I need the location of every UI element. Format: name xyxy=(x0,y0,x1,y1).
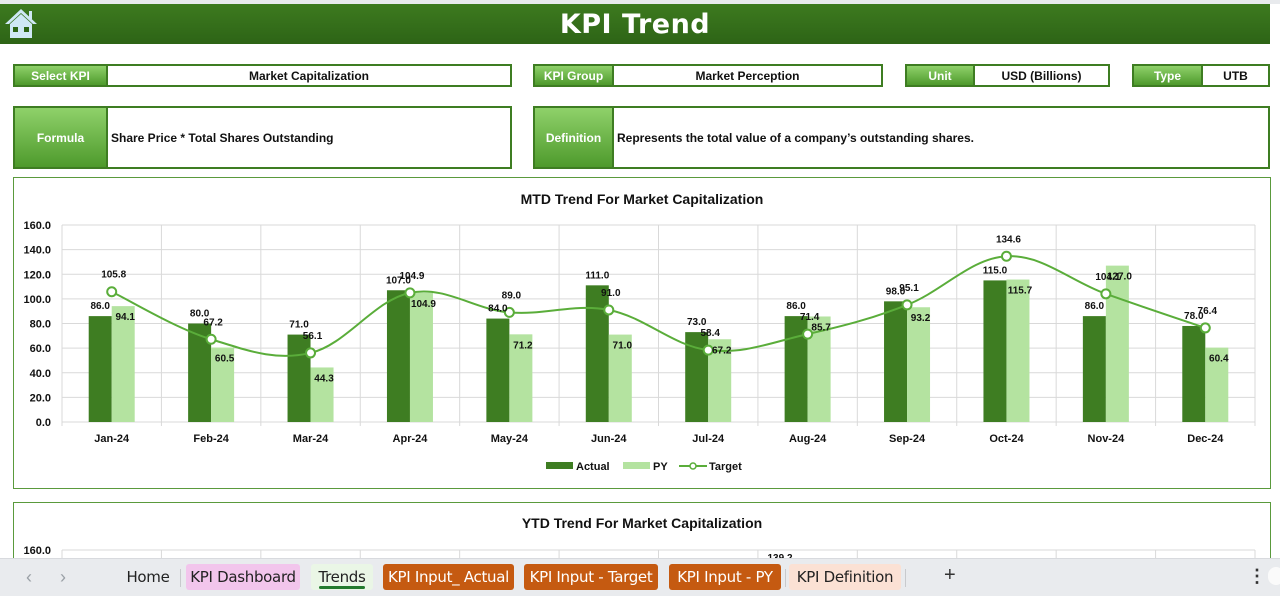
y-tick-label: 160.0 xyxy=(23,545,51,557)
tab-kpi-input-actual-label: KPI Input_ Actual xyxy=(387,568,510,586)
more-options-button[interactable]: ⋮ xyxy=(1248,566,1266,587)
tab-trends[interactable]: Trends xyxy=(311,564,373,590)
active-tab-underline xyxy=(319,586,365,589)
tab-separator xyxy=(180,569,181,587)
tab-kpi-definition[interactable]: KPI Definition xyxy=(789,564,901,590)
tab-kpi-input-actual[interactable]: KPI Input_ Actual xyxy=(383,564,514,590)
tab-home-label: Home xyxy=(126,568,170,586)
horizontal-scrollbar[interactable] xyxy=(1268,567,1280,585)
ytd-chart-plot: 160.0139.2 xyxy=(23,545,1256,558)
tab-separator xyxy=(785,569,786,587)
tab-kpi-dashboard[interactable]: KPI Dashboard xyxy=(186,564,300,590)
next-sheet-button[interactable]: › xyxy=(60,567,66,588)
tab-kpi-input-py[interactable]: KPI Input - PY xyxy=(669,564,781,590)
tab-trends-label: Trends xyxy=(318,568,366,586)
tab-kpi-definition-label: KPI Definition xyxy=(796,568,894,586)
tab-home[interactable]: Home xyxy=(120,564,176,590)
prev-sheet-button[interactable]: ‹ xyxy=(26,567,32,588)
tab-kpi-dashboard-label: KPI Dashboard xyxy=(190,568,296,586)
sheet-tab-bar: ‹ › Home KPI Dashboard Trends KPI Input_… xyxy=(0,558,1280,596)
tab-kpi-input-py-label: KPI Input - PY xyxy=(677,568,773,586)
tab-kpi-input-target[interactable]: KPI Input - Target xyxy=(524,564,658,590)
add-sheet-button[interactable]: + xyxy=(944,564,956,587)
tab-kpi-input-target-label: KPI Input - Target xyxy=(529,568,653,586)
tab-separator xyxy=(905,569,906,587)
